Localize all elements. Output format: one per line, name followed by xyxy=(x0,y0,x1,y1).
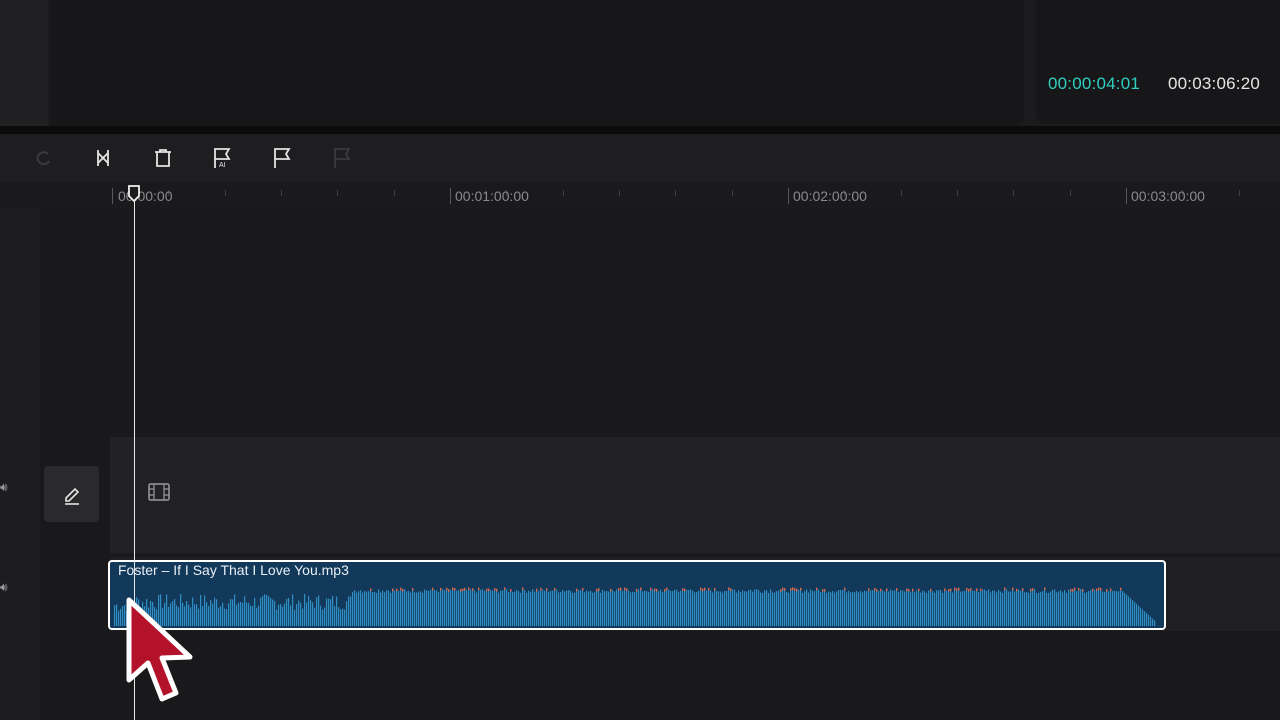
film-icon xyxy=(148,483,170,501)
playhead-handle[interactable] xyxy=(127,184,141,202)
mouse-cursor-icon xyxy=(126,597,193,702)
ruler-minor-tick xyxy=(225,190,226,196)
split-button[interactable] xyxy=(89,144,117,172)
current-time: 00:00:04:01 xyxy=(1048,74,1141,93)
ruler-minor-tick xyxy=(563,190,564,196)
delete-icon xyxy=(155,149,171,167)
audio-clip-label: Foster – If I Say That I Love You.mp3 xyxy=(118,562,349,578)
ruler-label-3: 00:03:00:00 xyxy=(1131,188,1205,204)
ruler-minor-tick xyxy=(1070,190,1071,196)
svg-text:AI: AI xyxy=(219,162,226,169)
player-time-panel xyxy=(1036,0,1280,124)
redo-icon xyxy=(36,151,50,166)
marker-button[interactable] xyxy=(268,144,296,172)
ruler-minor-tick xyxy=(394,190,395,196)
marker-disabled-icon xyxy=(334,148,351,168)
ruler-minor-tick xyxy=(1013,190,1014,196)
pencil-icon xyxy=(64,487,79,505)
track-header-column xyxy=(0,208,40,720)
audio-waveform xyxy=(114,587,1156,626)
marker-disabled-button[interactable] xyxy=(328,144,356,172)
total-duration: 00:03:06:20 xyxy=(1168,74,1261,93)
panel-divider[interactable] xyxy=(0,126,1280,134)
edit-cover-button[interactable] xyxy=(44,466,99,522)
ruler-label-1: 00:01:00:00 xyxy=(455,188,529,204)
audio-track-audio-icon[interactable]: 🔊︎ xyxy=(0,580,8,595)
ruler-major-tick xyxy=(450,188,451,204)
player-preview[interactable] xyxy=(50,0,1024,126)
delete-button[interactable] xyxy=(149,144,177,172)
preview-side-strip xyxy=(0,0,48,126)
ruler-minor-tick xyxy=(337,190,338,196)
redo-button[interactable] xyxy=(30,144,58,172)
marker-flag-icon xyxy=(274,148,291,168)
ruler-label-2: 00:02:00:00 xyxy=(793,188,867,204)
ruler-major-tick xyxy=(112,188,113,204)
split-icon xyxy=(97,150,109,166)
ruler-minor-tick xyxy=(619,190,620,196)
ruler-minor-tick xyxy=(732,190,733,196)
ai-marker-button[interactable]: AI xyxy=(208,144,236,172)
ruler-major-tick xyxy=(788,188,789,204)
ruler-minor-tick xyxy=(281,190,282,196)
timeline-toolbar xyxy=(0,134,1280,182)
video-track-audio-icon[interactable]: 🔊︎ xyxy=(0,480,8,495)
main-video-track[interactable] xyxy=(110,437,1280,553)
ai-marker-icon: AI xyxy=(214,148,231,169)
timeline-ruler[interactable] xyxy=(0,182,1280,208)
ruler-minor-tick xyxy=(1239,190,1240,196)
ruler-minor-tick xyxy=(901,190,902,196)
ruler-major-tick xyxy=(1126,188,1127,204)
ruler-minor-tick xyxy=(957,190,958,196)
ruler-minor-tick xyxy=(675,190,676,196)
